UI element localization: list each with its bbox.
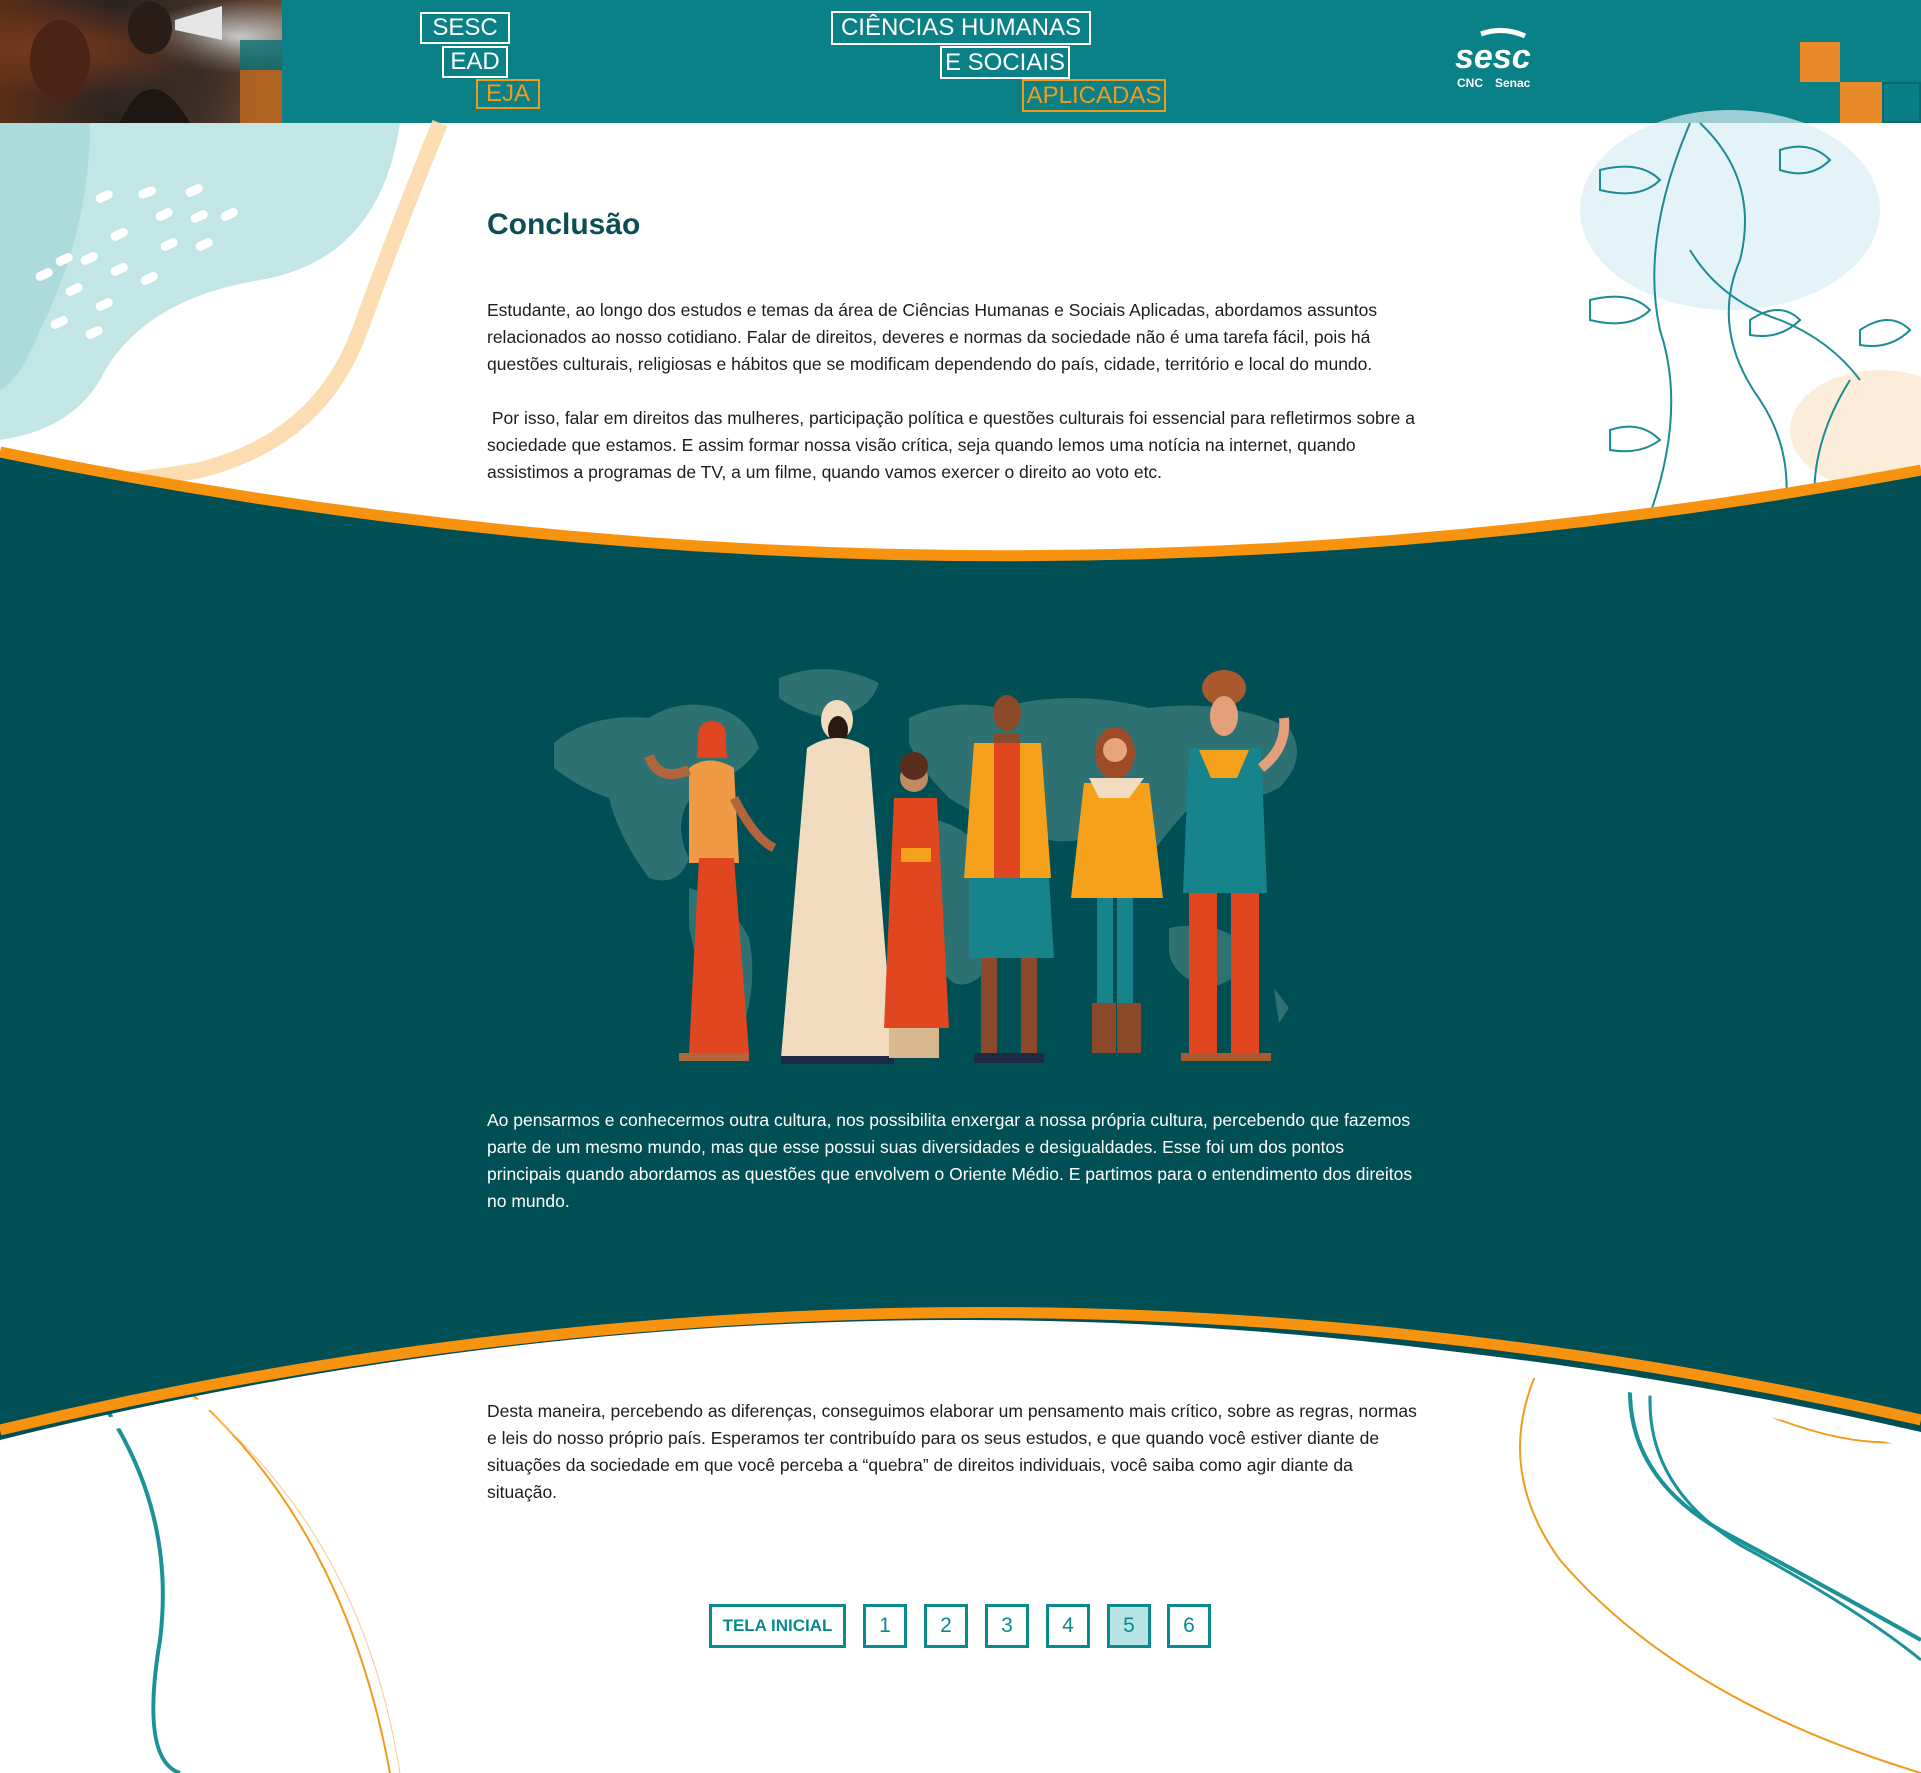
pagination: TELA INICIAL 1 2 3 4 5 6: [0, 1604, 1921, 1648]
paragraph-culture: Ao pensarmos e conhecermos outra cultura…: [487, 1110, 1413, 1211]
page-4-button[interactable]: 4: [1046, 1604, 1090, 1648]
paragraph-final: Desta maneira, percebendo as diferenças,…: [487, 1401, 1417, 1502]
diverse-people-world-map-illustration: [554, 669, 1297, 1064]
page-5-button-current[interactable]: 5: [1107, 1604, 1151, 1648]
paragraph-intro: Estudante, ao longo dos estudos e temas …: [487, 300, 1378, 374]
page-1-button[interactable]: 1: [863, 1604, 907, 1648]
home-screen-button[interactable]: TELA INICIAL: [709, 1604, 846, 1648]
page-6-button[interactable]: 6: [1167, 1604, 1211, 1648]
page-title: Conclusão: [487, 208, 641, 241]
paragraph-rights: Por isso, falar em direitos das mulheres…: [487, 408, 1420, 482]
page-2-button[interactable]: 2: [924, 1604, 968, 1648]
page-3-button[interactable]: 3: [985, 1604, 1029, 1648]
